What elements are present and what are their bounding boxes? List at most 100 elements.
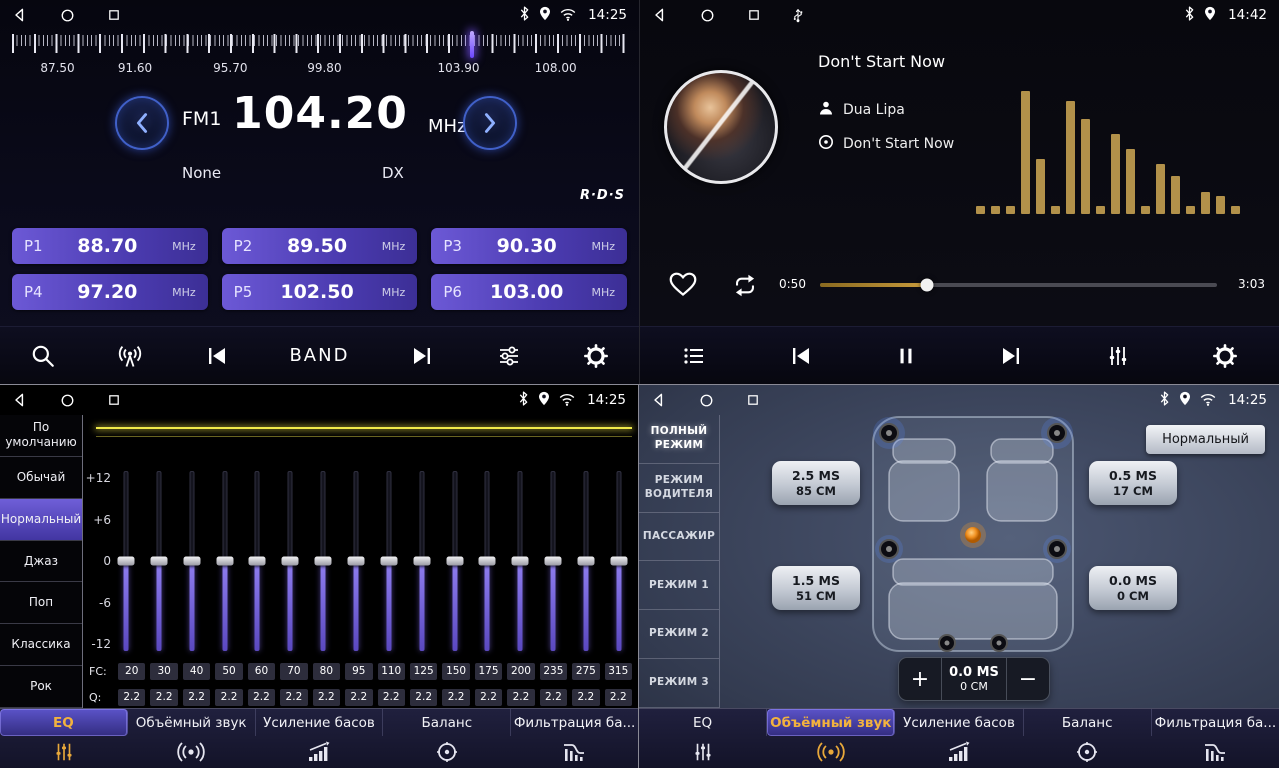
eq-band-slider[interactable] [446, 471, 464, 651]
eq-slider-handle[interactable] [578, 557, 595, 566]
repeat-icon[interactable] [730, 273, 760, 302]
home-icon[interactable] [700, 8, 715, 23]
tab-bass-boost[interactable]: Усиление басов [256, 709, 384, 736]
band-button[interactable]: BAND [289, 345, 349, 366]
bass-boost-icon[interactable] [255, 736, 383, 768]
eq-slider-handle[interactable] [413, 557, 430, 566]
mode-2[interactable]: РЕЖИМ 2 [639, 610, 719, 659]
eq-slider-handle[interactable] [479, 557, 496, 566]
eq-slider-handle[interactable] [512, 557, 529, 566]
eq-slider-handle[interactable] [446, 557, 463, 566]
search-icon[interactable] [30, 343, 56, 369]
eq-slider-handle[interactable] [249, 557, 266, 566]
eq-band-slider[interactable] [183, 471, 201, 651]
eq-band-slider[interactable] [511, 471, 529, 651]
preset-button-p2[interactable]: P289.50MHz [222, 228, 418, 264]
previous-track-icon[interactable] [788, 344, 814, 368]
eq-slider-handle[interactable] [315, 557, 332, 566]
eq-band-slider[interactable] [248, 471, 266, 651]
favorite-heart-icon[interactable] [668, 270, 698, 301]
sound-preset-button[interactable]: Нормальный [1146, 425, 1265, 454]
back-icon[interactable] [12, 7, 28, 23]
eq-slider-handle[interactable] [545, 557, 562, 566]
mode-3[interactable]: РЕЖИМ 3 [639, 659, 719, 708]
settings-gear-icon[interactable] [583, 343, 609, 369]
delay-decrease-button[interactable]: − [1007, 658, 1049, 700]
home-icon[interactable] [699, 393, 714, 408]
eq-slider-handle[interactable] [348, 557, 365, 566]
preset-button-p4[interactable]: P497.20MHz [12, 274, 208, 310]
settings-gear-icon[interactable] [1212, 343, 1238, 369]
tab-balance[interactable]: Баланс [383, 709, 511, 736]
playlist-icon[interactable] [681, 344, 707, 368]
recents-icon[interactable] [107, 393, 121, 407]
surround-sound-icon[interactable] [128, 736, 256, 768]
tab-eq[interactable]: EQ [0, 709, 128, 736]
seek-up-button[interactable] [463, 96, 517, 150]
seek-down-button[interactable] [115, 96, 169, 150]
tab-filter[interactable]: Фильтрация ба... [511, 709, 638, 736]
eq-slider-handle[interactable] [282, 557, 299, 566]
home-icon[interactable] [60, 393, 75, 408]
eq-band-slider[interactable] [347, 471, 365, 651]
eq-slider-handle[interactable] [610, 557, 627, 566]
eq-preset-pop[interactable]: Поп [0, 582, 82, 624]
tab-surround[interactable]: Объёмный звук [767, 709, 895, 736]
mode-full[interactable]: ПОЛНЫЙ РЕЖИМ [639, 415, 719, 464]
surround-sound-icon[interactable] [767, 736, 895, 768]
previous-track-icon[interactable] [204, 344, 230, 368]
next-track-icon[interactable] [409, 344, 435, 368]
recents-icon[interactable] [747, 8, 761, 22]
eq-band-slider[interactable] [544, 471, 562, 651]
eq-band-slider[interactable] [380, 471, 398, 651]
frequency-ruler[interactable]: 87.50 91.60 95.70 99.80 103.90 108.00 [12, 34, 627, 78]
mixer-icon[interactable] [1105, 344, 1131, 368]
broadcast-icon[interactable] [116, 343, 144, 369]
eq-faders-icon[interactable] [0, 736, 128, 768]
eq-band-slider[interactable] [413, 471, 431, 651]
delay-front-left[interactable]: 2.5 MS 85 CM [772, 461, 860, 505]
tuning-needle[interactable] [470, 31, 474, 58]
eq-slider-handle[interactable] [150, 557, 167, 566]
eq-preset-normal[interactable]: Нормальный [0, 499, 82, 541]
progress-thumb[interactable] [921, 279, 934, 292]
eq-band-slider[interactable] [478, 471, 496, 651]
back-icon[interactable] [651, 392, 667, 408]
balance-icon[interactable] [1023, 736, 1151, 768]
filter-icon[interactable] [1151, 736, 1279, 768]
delay-rear-right[interactable]: 0.0 MS 0 CM [1089, 566, 1177, 610]
eq-slider-handle[interactable] [216, 557, 233, 566]
audio-sliders-icon[interactable] [495, 344, 523, 368]
preset-button-p5[interactable]: P5102.50MHz [222, 274, 418, 310]
eq-slider-handle[interactable] [118, 557, 135, 566]
tab-filter[interactable]: Фильтрация ба... [1152, 709, 1279, 736]
delay-rear-left[interactable]: 1.5 MS 51 CM [772, 566, 860, 610]
eq-band-slider[interactable] [150, 471, 168, 651]
pause-icon[interactable] [895, 344, 917, 368]
mode-1[interactable]: РЕЖИМ 1 [639, 561, 719, 610]
eq-band-slider[interactable] [216, 471, 234, 651]
eq-slider-handle[interactable] [380, 557, 397, 566]
eq-band-slider[interactable] [610, 471, 628, 651]
eq-faders-icon[interactable] [639, 736, 767, 768]
tab-eq[interactable]: EQ [639, 709, 767, 736]
recents-icon[interactable] [107, 8, 121, 22]
progress-slider[interactable] [820, 283, 1217, 287]
eq-band-slider[interactable] [577, 471, 595, 651]
tab-surround[interactable]: Объёмный звук [128, 709, 256, 736]
balance-icon[interactable] [383, 736, 511, 768]
delay-front-right[interactable]: 0.5 MS 17 CM [1089, 461, 1177, 505]
filter-icon[interactable] [510, 736, 638, 768]
eq-preset-default[interactable]: По умолчанию [0, 415, 82, 457]
preset-button-p3[interactable]: P390.30MHz [431, 228, 627, 264]
back-icon[interactable] [652, 7, 668, 23]
home-icon[interactable] [60, 8, 75, 23]
preset-button-p6[interactable]: P6103.00MHz [431, 274, 627, 310]
tab-balance[interactable]: Баланс [1024, 709, 1152, 736]
eq-preset-classic[interactable]: Классика [0, 624, 82, 666]
eq-preset-jazz[interactable]: Джаз [0, 541, 82, 583]
eq-band-slider[interactable] [314, 471, 332, 651]
recents-icon[interactable] [746, 393, 760, 407]
eq-preset-custom[interactable]: Обычай [0, 457, 82, 499]
preset-button-p1[interactable]: P188.70MHz [12, 228, 208, 264]
